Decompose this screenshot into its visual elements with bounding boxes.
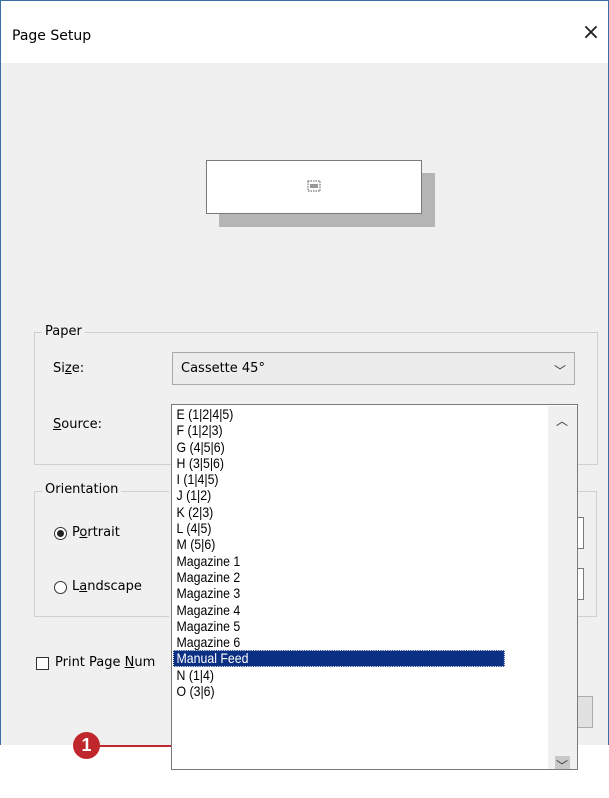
orientation-legend: Orientation (42, 482, 122, 497)
print-page-numbers-label[interactable]: Print Page Num (55, 655, 155, 670)
source-option[interactable]: M (5|6) (173, 536, 505, 552)
source-option[interactable]: J (1|2) (173, 487, 505, 503)
source-options: E (1|2|4|5) F (1|2|3) G (4|5|6) H (3|5|6) I … (173, 406, 505, 699)
size-label: Size: (53, 361, 85, 376)
page-preview-icon (307, 180, 321, 192)
source-option[interactable]: K (2|3) (173, 504, 505, 520)
paper-legend: Paper (42, 324, 85, 339)
source-option[interactable]: N (1|4) (173, 667, 505, 683)
portrait-radio[interactable] (54, 527, 67, 540)
source-option[interactable]: O (3|6) (173, 683, 505, 699)
source-option[interactable]: Magazine 5 (173, 618, 505, 634)
source-option[interactable]: Magazine 1 (173, 553, 505, 569)
callout-line (93, 745, 171, 747)
source-option[interactable]: Magazine 3 (173, 585, 505, 601)
source-option[interactable]: Magazine 6 (173, 634, 505, 650)
page-preview (206, 160, 422, 214)
callout-badge: 1 (73, 732, 100, 759)
dialog-title: Page Setup (12, 28, 92, 44)
close-icon[interactable]: × (579, 21, 603, 45)
portrait-label[interactable]: Portrait (72, 525, 120, 540)
orientation-group (34, 491, 169, 617)
source-option[interactable]: H (3|5|6) (173, 455, 505, 471)
landscape-label[interactable]: Landscape (72, 579, 142, 594)
chevron-down-icon[interactable]: ﹀ (556, 757, 568, 769)
source-dropdown-list[interactable]: E (1|2|4|5) F (1|2|3) G (4|5|6) H (3|5|6) I … (171, 404, 578, 770)
landscape-radio[interactable] (54, 581, 67, 594)
source-option[interactable]: F (1|2|3) (173, 422, 505, 438)
list-scrollbar[interactable]: ︿ ﹀ (548, 406, 577, 769)
chevron-down-icon: ﹀ (553, 364, 566, 378)
chevron-up-icon[interactable]: ︿ (556, 412, 568, 429)
source-option[interactable]: Magazine 2 (173, 569, 505, 585)
size-select-value: Cassette 45° (181, 361, 265, 376)
source-option[interactable]: G (4|5|6) (173, 439, 505, 455)
source-option[interactable]: E (1|2|4|5) (173, 406, 505, 422)
print-page-numbers-checkbox[interactable] (36, 657, 49, 670)
source-option[interactable]: I (1|4|5) (173, 471, 505, 487)
source-option[interactable]: Manual Feed (173, 650, 505, 667)
size-select[interactable]: Cassette 45° ﹀ (172, 352, 575, 385)
source-option[interactable]: L (4|5) (173, 520, 505, 536)
title-bar: Page Setup × (1, 1, 608, 63)
source-option[interactable]: Magazine 4 (173, 602, 505, 618)
source-label: Source: (53, 417, 103, 432)
